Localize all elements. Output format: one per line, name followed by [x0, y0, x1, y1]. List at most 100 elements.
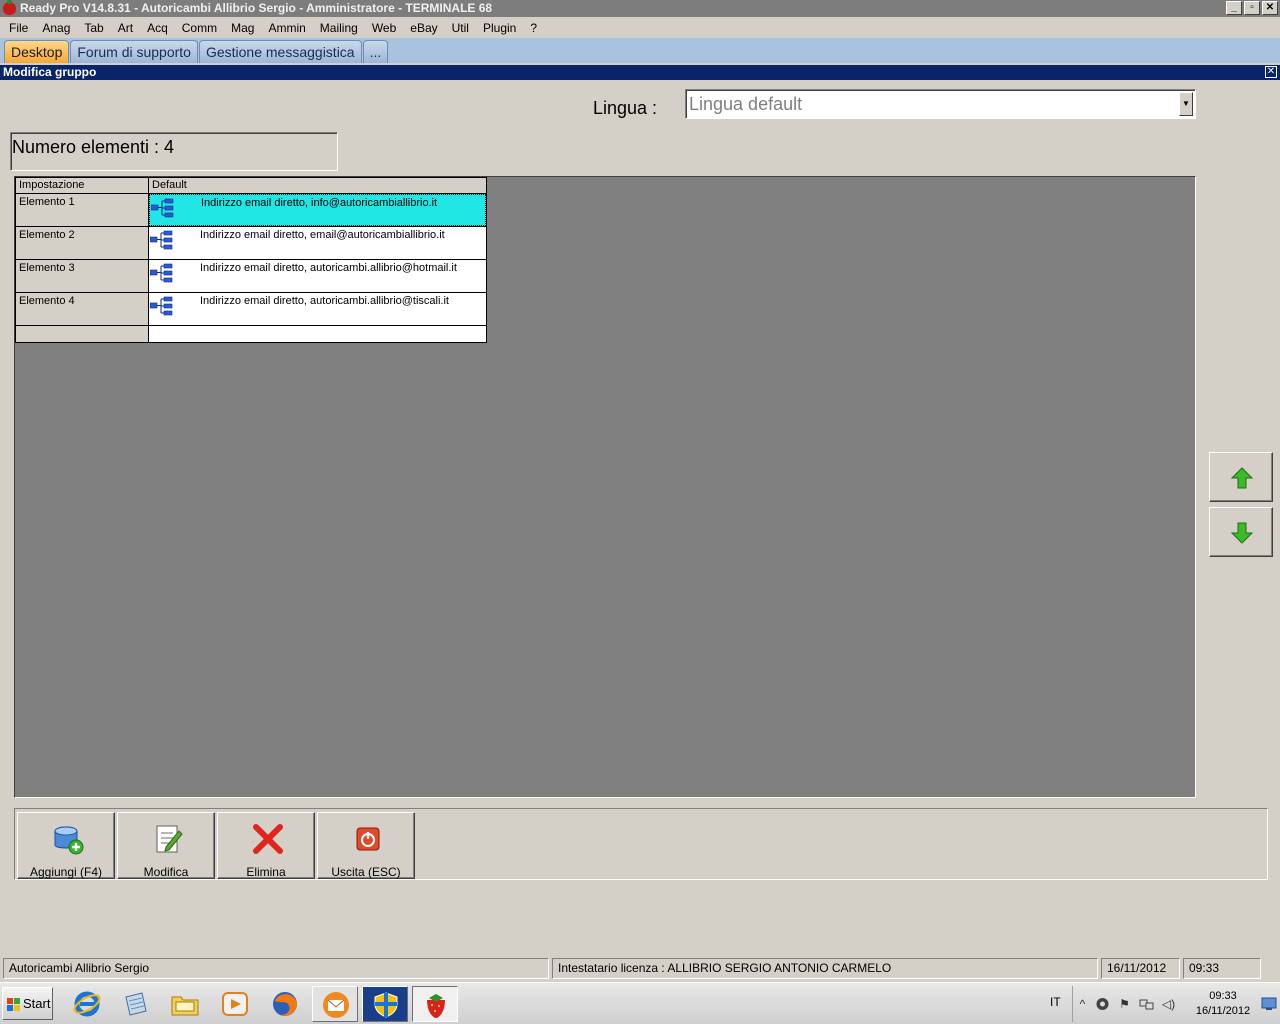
- menu-comm[interactable]: Comm: [175, 21, 224, 35]
- lingua-select[interactable]: Lingua default ▼: [685, 89, 1196, 119]
- taskbar-internet-explorer[interactable]: [64, 986, 110, 1022]
- menu-anag[interactable]: Anag: [35, 21, 77, 35]
- taskbar-mail[interactable]: [312, 986, 358, 1022]
- strawberry-icon: [427, 994, 445, 1018]
- network-group-icon: [150, 230, 173, 250]
- status-time: 09:33: [1183, 958, 1261, 979]
- arrow-up-icon: [1231, 467, 1253, 489]
- network-status-icon[interactable]: [1095, 997, 1110, 1011]
- menu-acq[interactable]: Acq: [140, 21, 175, 35]
- menu-web[interactable]: Web: [365, 21, 403, 35]
- clock-time: 09:33: [1209, 990, 1237, 1002]
- menu-tab[interactable]: Tab: [77, 21, 110, 35]
- move-up-button[interactable]: [1209, 452, 1273, 502]
- tab-desktop[interactable]: Desktop: [4, 40, 70, 63]
- table-row[interactable]: Elemento 1 Indirizzo email diretto, info…: [16, 194, 486, 227]
- row-value-cell[interactable]: Indirizzo email diretto, autoricambi.all…: [149, 260, 486, 292]
- taskbar-notepad[interactable]: [112, 986, 158, 1022]
- table-row-empty[interactable]: [16, 326, 486, 342]
- network-group-icon: [150, 263, 173, 283]
- taskbar-ready-pro[interactable]: [412, 986, 458, 1022]
- maximize-button[interactable]: ▫: [1244, 1, 1260, 15]
- delete-button[interactable]: Elimina: [217, 812, 315, 879]
- row-value-cell[interactable]: Indirizzo email diretto, email@autoricam…: [149, 227, 486, 259]
- numero-elementi-box: Numero elementi : 4: [10, 132, 338, 171]
- add-button[interactable]: Aggiungi (F4): [17, 812, 115, 879]
- media-player-icon: [222, 992, 248, 1016]
- numero-elementi-text: Numero elementi : 4: [12, 137, 175, 157]
- tab-gestione-messaggistica[interactable]: Gestione messaggistica: [198, 40, 362, 63]
- bottom-toolbar: Aggiungi (F4) Modifica Elimina Uscita (E…: [14, 808, 1268, 880]
- edit-button[interactable]: Modifica: [117, 812, 215, 879]
- table-row[interactable]: Elemento 3 Indirizzo email diretto, auto…: [16, 260, 486, 293]
- subwindow-title: Modifica gruppo: [3, 65, 97, 79]
- show-desktop-icon[interactable]: [1261, 996, 1277, 1012]
- status-date: 16/11/2012: [1101, 958, 1180, 979]
- menu-help[interactable]: ?: [523, 21, 544, 35]
- settings-grid: Impostazione Default Elemento 1 Indirizz…: [15, 177, 487, 343]
- subwindow-close-button[interactable]: ✕: [1265, 66, 1277, 78]
- language-indicator[interactable]: IT: [1050, 995, 1061, 1009]
- menu-bar: File Anag Tab Art Acq Comm Mag Ammin Mai…: [0, 17, 1280, 38]
- exit-button[interactable]: Uscita (ESC): [317, 812, 415, 879]
- taskbar: Start IT ^ ⚑ ◁) 09:33 16/11/2012: [0, 982, 1280, 1024]
- row-value-cell[interactable]: Indirizzo email diretto, autoricambi.all…: [149, 293, 486, 325]
- lingua-label: Lingua :: [593, 98, 658, 118]
- grid-panel: Impostazione Default Elemento 1 Indirizz…: [14, 176, 1196, 798]
- start-button[interactable]: Start: [2, 987, 53, 1020]
- edit-button-label: Modifica: [143, 865, 189, 879]
- action-center-flag-icon[interactable]: ⚑: [1117, 997, 1132, 1011]
- menu-plugin[interactable]: Plugin: [476, 21, 523, 35]
- row-value: Indirizzo email diretto, autoricambi.all…: [200, 262, 457, 274]
- chevron-up-icon[interactable]: ^: [1075, 997, 1090, 1011]
- menu-mag[interactable]: Mag: [224, 21, 261, 35]
- firefox-icon: [273, 992, 297, 1016]
- row-name: Elemento 3: [16, 260, 149, 292]
- volume-icon[interactable]: ◁): [1161, 997, 1176, 1011]
- row-value: Indirizzo email diretto, email@autoricam…: [200, 229, 445, 241]
- window-title: Ready Pro V14.8.31 - Autoricambi Allibri…: [20, 1, 493, 15]
- window-controls: _ ▫ ✕: [1226, 1, 1278, 15]
- menu-ammin[interactable]: Ammin: [261, 21, 312, 35]
- status-license: Intestatario licenza : ALLIBRIO SERGIO A…: [552, 958, 1098, 979]
- chevron-down-icon[interactable]: ▼: [1179, 92, 1193, 116]
- close-button[interactable]: ✕: [1262, 1, 1278, 15]
- tab-more[interactable]: ...: [362, 40, 389, 63]
- network-icon[interactable]: [1139, 997, 1154, 1011]
- menu-mailing[interactable]: Mailing: [313, 21, 365, 35]
- row-name: Elemento 4: [16, 293, 149, 325]
- taskbar-security[interactable]: [362, 986, 408, 1022]
- taskbar-explorer[interactable]: [162, 986, 208, 1022]
- menu-util[interactable]: Util: [445, 21, 476, 35]
- row-value-cell[interactable]: Indirizzo email diretto, info@autoricamb…: [149, 194, 486, 226]
- menu-art[interactable]: Art: [111, 21, 140, 35]
- exit-button-label: Uscita (ESC): [331, 865, 401, 879]
- grid-header-impostazione[interactable]: Impostazione: [16, 178, 149, 193]
- tab-forum[interactable]: Forum di supporto: [70, 40, 198, 63]
- taskbar-firefox[interactable]: [262, 986, 308, 1022]
- windows-flag-icon: [7, 998, 20, 1011]
- grid-header-default[interactable]: Default: [149, 178, 486, 193]
- clock-date: 16/11/2012: [1195, 1005, 1251, 1017]
- menu-file[interactable]: File: [2, 21, 35, 35]
- add-database-icon: [54, 826, 84, 855]
- move-down-button[interactable]: [1209, 507, 1273, 557]
- network-group-icon: [150, 296, 173, 316]
- strawberry-app-icon: [3, 0, 16, 15]
- menu-ebay[interactable]: eBay: [403, 21, 444, 35]
- clock[interactable]: 09:33 16/11/2012: [1189, 989, 1257, 1019]
- table-row[interactable]: Elemento 4 Indirizzo email diretto, auto…: [16, 293, 486, 326]
- subwindow-header: Modifica gruppo ✕: [0, 65, 1280, 80]
- taskbar-media-player[interactable]: [212, 986, 258, 1022]
- row-value: Indirizzo email diretto, autoricambi.all…: [200, 295, 449, 307]
- network-group-icon: [151, 198, 174, 218]
- start-label: Start: [23, 996, 51, 1011]
- window-title-bar[interactable]: Ready Pro V14.8.31 - Autoricambi Allibri…: [0, 0, 1280, 17]
- minimize-button[interactable]: _: [1226, 1, 1242, 15]
- table-row[interactable]: Elemento 2 Indirizzo email diretto, emai…: [16, 227, 486, 260]
- row-name: Elemento 2: [16, 227, 149, 259]
- lingua-selected-value: Lingua default: [689, 94, 803, 114]
- add-button-label: Aggiungi (F4): [29, 865, 103, 879]
- delete-x-icon: [253, 824, 283, 854]
- notepad-icon: [125, 992, 147, 1016]
